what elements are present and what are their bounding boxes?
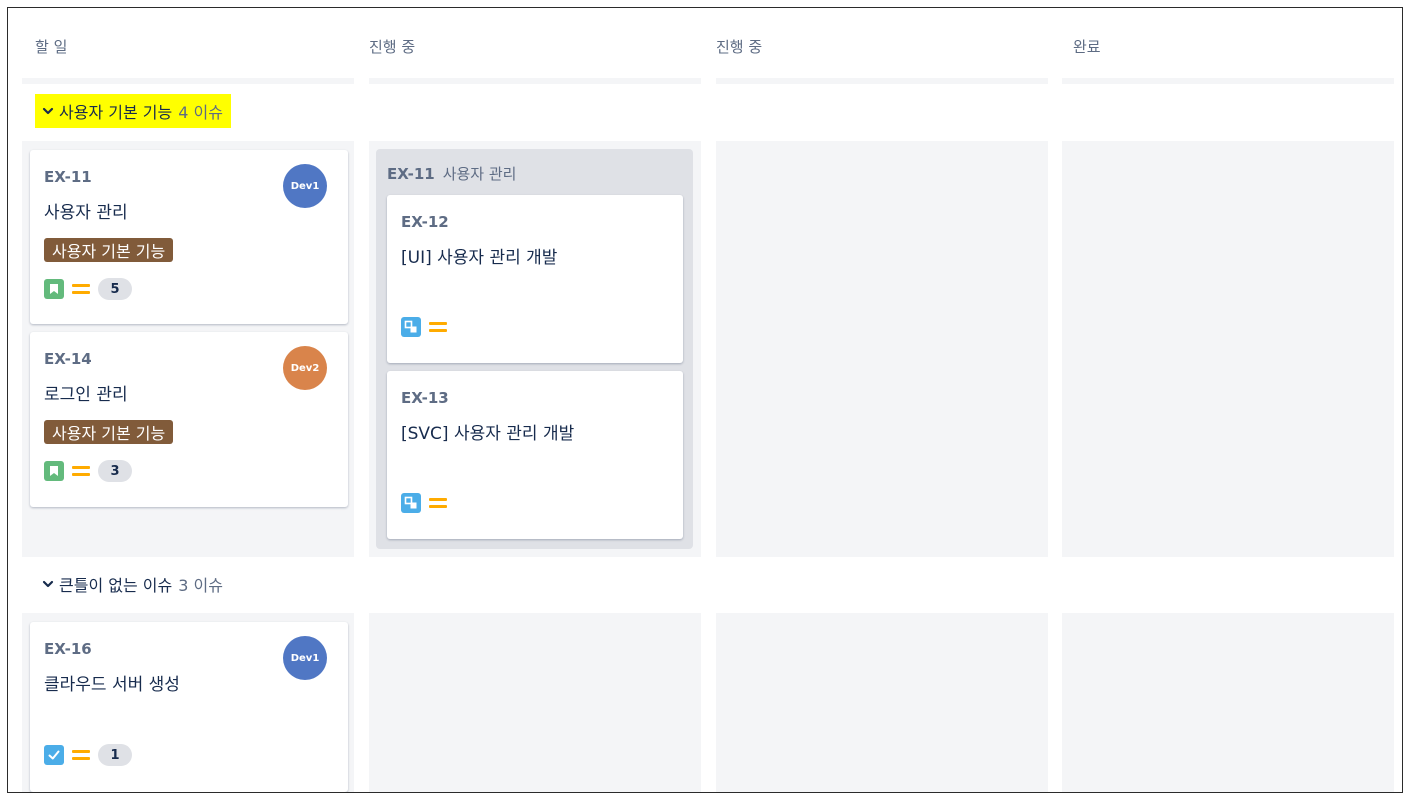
medium-priority-icon — [429, 321, 447, 333]
parent-issue-header[interactable]: EX-11 사용자 관리 — [387, 163, 516, 184]
issue-summary: 사용자 관리 — [44, 203, 128, 223]
issue-summary: 로그인 관리 — [44, 385, 128, 405]
medium-priority-icon — [72, 749, 90, 761]
issue-key: EX-12 — [401, 213, 449, 231]
board: 할 일 진행 중 진행 중 완료 사용자 기본 기능 4 이슈 EX-11 사용… — [7, 7, 1403, 793]
issue-key: EX-11 — [44, 168, 92, 186]
swimlane-header-no-epic[interactable]: 큰틀이 없는 이슈 3 이슈 — [35, 567, 231, 601]
subtask-icon — [401, 493, 421, 513]
column-cap — [716, 78, 1048, 84]
story-points-badge: 1 — [98, 744, 132, 766]
epic-label: 사용자 기본 기능 — [44, 238, 174, 262]
subtask-card[interactable]: EX-12 [UI] 사용자 관리 개발 — [387, 195, 683, 363]
lane-done — [1062, 613, 1394, 792]
issue-summary: 클라우드 서버 생성 — [44, 675, 180, 695]
subtask-card[interactable]: EX-13 [SVC] 사용자 관리 개발 — [387, 371, 683, 539]
lane-in-progress-2 — [716, 613, 1048, 792]
avatar[interactable]: Dev2 — [283, 346, 327, 390]
issue-summary: [SVC] 사용자 관리 개발 — [401, 424, 575, 444]
story-bookmark-icon — [44, 279, 64, 299]
parent-issue-group[interactable]: EX-11 사용자 관리 EX-12 [UI] 사용자 관리 개발 EX-13 [… — [376, 149, 693, 549]
column-header-todo: 할 일 — [35, 38, 68, 56]
issue-card[interactable]: EX-14 로그인 관리 Dev2 사용자 기본 기능 3 — [30, 332, 348, 507]
card-footer: 3 — [44, 460, 132, 482]
story-points-badge: 5 — [98, 278, 132, 300]
column-cap — [22, 78, 354, 84]
issue-key: EX-14 — [44, 350, 92, 368]
column-cap — [1062, 78, 1394, 84]
chevron-down-icon — [41, 577, 55, 591]
card-footer — [401, 317, 447, 337]
story-bookmark-icon — [44, 461, 64, 481]
swimlane-count: 4 이슈 — [178, 103, 223, 122]
card-footer — [401, 493, 447, 513]
epic-label: 사용자 기본 기능 — [44, 420, 174, 444]
avatar[interactable]: Dev1 — [283, 164, 327, 208]
column-cap — [369, 78, 701, 84]
medium-priority-icon — [429, 497, 447, 509]
column-header-in-progress: 진행 중 — [369, 38, 416, 56]
card-footer: 1 — [44, 744, 132, 766]
avatar[interactable]: Dev1 — [283, 636, 327, 680]
lane-in-progress — [369, 613, 701, 792]
lane-done — [1062, 141, 1394, 557]
swimlane-title: 큰틀이 없는 이슈 — [59, 576, 173, 595]
parent-issue-summary: 사용자 관리 — [442, 165, 517, 183]
issue-key: EX-13 — [401, 389, 449, 407]
parent-issue-key: EX-11 — [387, 165, 435, 183]
medium-priority-icon — [72, 465, 90, 477]
column-header-done: 완료 — [1073, 38, 1101, 56]
swimlane-header-epic[interactable]: 사용자 기본 기능 4 이슈 — [35, 94, 231, 128]
issue-card[interactable]: EX-16 클라우드 서버 생성 Dev1 1 — [30, 622, 348, 792]
lane-in-progress-2 — [716, 141, 1048, 557]
story-points-badge: 3 — [98, 460, 132, 482]
issue-key: EX-16 — [44, 640, 92, 658]
swimlane-title: 사용자 기본 기능 — [59, 103, 173, 122]
chevron-down-icon — [41, 104, 55, 118]
issue-summary: [UI] 사용자 관리 개발 — [401, 248, 558, 268]
subtask-icon — [401, 317, 421, 337]
medium-priority-icon — [72, 283, 90, 295]
column-header-in-progress-2: 진행 중 — [716, 38, 763, 56]
swimlane-count: 3 이슈 — [178, 576, 223, 595]
card-footer: 5 — [44, 278, 132, 300]
issue-card[interactable]: EX-11 사용자 관리 Dev1 사용자 기본 기능 5 — [30, 150, 348, 324]
task-check-icon — [44, 745, 64, 765]
